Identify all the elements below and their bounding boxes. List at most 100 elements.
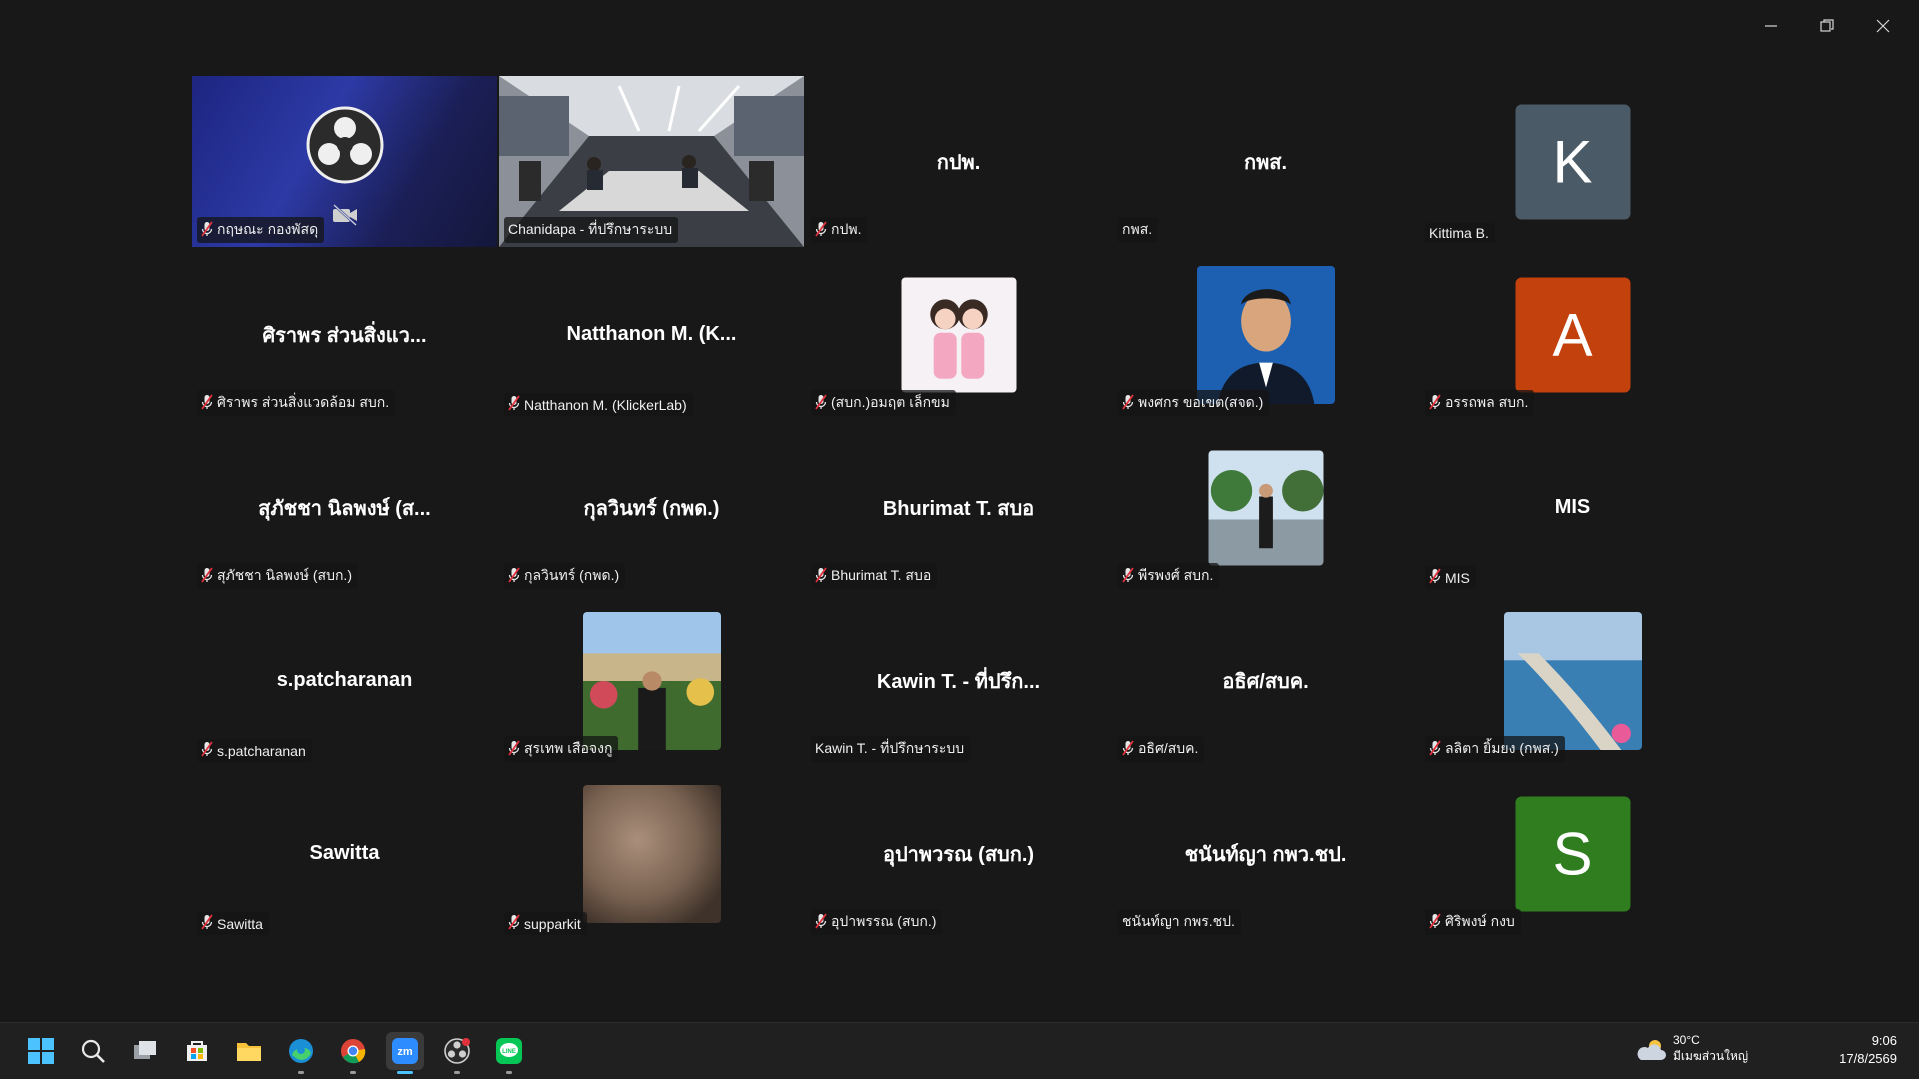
chrome-icon (341, 1039, 366, 1064)
participant-tile[interactable]: กฤษณะ กองพัสดุ (192, 76, 497, 247)
participant-name-label: พงศกร ขอเขต(สจด.) (1118, 390, 1270, 416)
muted-mic-icon (1122, 393, 1134, 413)
participant-tile[interactable]: MIS MIS (1420, 422, 1725, 593)
running-indicator (350, 1071, 356, 1074)
participant-tile[interactable]: ศิราพร ส่วนสิ่งแว... ศิราพร ส่วนสิ่งแวดล้… (192, 249, 497, 420)
participant-name-text: อธิศ/สบค. (1138, 740, 1199, 756)
participant-profile-photo (1503, 611, 1642, 750)
participant-tile[interactable]: Bhurimat T. สบอ Bhurimat T. สบอ (806, 422, 1111, 593)
camera-off-icon (331, 204, 359, 226)
participant-name-label: กพส. (1118, 217, 1159, 243)
participant-tile[interactable]: Sawitta Sawitta (192, 768, 497, 939)
muted-mic-icon (201, 914, 213, 933)
participant-avatar: K (1515, 104, 1630, 219)
line-icon: LINE (496, 1038, 522, 1064)
muted-mic-icon (508, 739, 520, 759)
start-button[interactable] (22, 1032, 60, 1070)
participant-tile[interactable]: Chanidapa - ที่ปรึกษาระบบ (499, 76, 804, 247)
muted-mic-icon (201, 393, 213, 413)
restore-icon (1820, 19, 1834, 32)
participant-tile[interactable]: พีรพงศ์ สบก. (1113, 422, 1418, 593)
participant-name-label: ลลิตา ยิ้มยง (กพส.) (1425, 736, 1565, 762)
participant-tile[interactable]: ชนันท์ญา กพว.ชป. ชนันท์ญา กพร.ชป. (1113, 768, 1418, 939)
store-button[interactable] (178, 1032, 216, 1070)
participant-tile[interactable]: K Kittima B. (1420, 76, 1725, 247)
edge-button[interactable] (282, 1032, 320, 1074)
system-clock[interactable]: 9:06 17/8/2569 (1839, 1032, 1897, 1068)
participant-name-text: MIS (1445, 569, 1470, 586)
participant-name-text: ชนันท์ญา กพร.ชป. (1122, 913, 1235, 929)
participant-display-name: กพส. (1243, 151, 1288, 174)
participant-tile[interactable]: พงศกร ขอเขต(สจด.) (1113, 249, 1418, 420)
obs-button[interactable] (438, 1032, 476, 1074)
muted-mic-icon (201, 741, 213, 760)
edge-icon (289, 1039, 313, 1063)
participant-tile[interactable]: สุรเทพ เสือจงกู (499, 595, 804, 766)
participant-tile[interactable]: supparkit (499, 768, 804, 939)
participant-tile[interactable]: (สบก.)อมฤต เล็กขม (806, 249, 1111, 420)
task-view-icon (134, 1041, 156, 1059)
participant-name-label: supparkit (504, 912, 587, 935)
participant-tile[interactable]: กพส. กพส. (1113, 76, 1418, 247)
muted-mic-icon (1429, 912, 1441, 932)
search-button[interactable] (74, 1032, 112, 1070)
obs-logo-icon (306, 106, 384, 184)
participant-name-label: อุปาพรรณ (สบก.) (811, 909, 943, 935)
windows-icon (28, 1038, 54, 1064)
search-icon (81, 1039, 105, 1063)
participant-tile[interactable]: S ศิริพงษ์ กงบ (1420, 768, 1725, 939)
participant-name-label: กปพ. (811, 217, 868, 243)
participant-avatar: S (1515, 796, 1630, 911)
participant-name-text: อรรถพล สบก. (1445, 394, 1529, 410)
chrome-button[interactable] (334, 1032, 372, 1074)
close-button[interactable] (1855, 10, 1911, 42)
participant-tile[interactable]: Kawin T. - ที่ปรึก... Kawin T. - ที่ปรึกษ… (806, 595, 1111, 766)
participant-profile-photo (1196, 265, 1335, 404)
participant-tile[interactable]: สุภัชชา นิลพงษ์ (ส... สุภัชชา นิลพงษ์ (สบ… (192, 422, 497, 593)
participant-name-label: ชนันท์ญา กพร.ชป. (1118, 909, 1241, 935)
muted-mic-icon (1122, 566, 1134, 586)
participant-name-text: สุภัชชา นิลพงษ์ (สบก.) (217, 567, 352, 583)
participant-tile[interactable]: ลลิตา ยิ้มยง (กพส.) (1420, 595, 1725, 766)
participant-name-label: MIS (1425, 566, 1476, 589)
participant-tile[interactable]: อธิศ/สบค. อธิศ/สบค. (1113, 595, 1418, 766)
participant-tile[interactable]: A อรรถพล สบก. (1420, 249, 1725, 420)
participant-name-text: Chanidapa - ที่ปรึกษาระบบ (508, 221, 673, 237)
taskbar-apps: zm LINE (22, 1032, 528, 1074)
participant-tile[interactable]: กุลวินทร์ (กพด.) กุลวินทร์ (กพด.) (499, 422, 804, 593)
participant-name-label: Sawitta (197, 912, 269, 935)
participant-name-text: พงศกร ขอเขต(สจด.) (1138, 394, 1264, 410)
clock-time: 9:06 (1871, 1033, 1897, 1048)
participant-name-label: อรรถพล สบก. (1425, 390, 1535, 416)
line-button[interactable]: LINE (490, 1032, 528, 1074)
participant-name-text: สุรเทพ เสือจงกู (524, 740, 613, 756)
participant-name-label: อธิศ/สบค. (1118, 736, 1205, 762)
participant-profile-photo (1208, 450, 1323, 565)
svg-text:zm: zm (397, 1046, 413, 1058)
muted-mic-icon (1429, 568, 1441, 587)
participant-name-label: สุภัชชา นิลพงษ์ (สบก.) (197, 563, 358, 589)
running-indicator (298, 1071, 304, 1074)
participant-name-label: สุรเทพ เสือจงกู (504, 736, 619, 762)
weather-text: 30°C มีเมฆส่วนใหญ่ (1673, 1033, 1748, 1066)
taskbar: zm LINE 30°C มีเมฆส่วนใหญ่ 9:06 17/8/256… (0, 1022, 1919, 1079)
zoom-button[interactable]: zm (386, 1032, 424, 1074)
muted-mic-icon (508, 395, 520, 414)
minimize-button[interactable] (1743, 10, 1799, 42)
participant-name-text: Kittima B. (1429, 225, 1489, 241)
muted-mic-icon (508, 566, 520, 586)
running-indicator (454, 1071, 460, 1074)
weather-widget[interactable]: 30°C มีเมฆส่วนใหญ่ (1635, 1033, 1748, 1066)
restore-button[interactable] (1799, 10, 1855, 42)
weather-temp: 30°C (1673, 1033, 1700, 1047)
participant-tile[interactable]: s.patcharanan s.patcharanan (192, 595, 497, 766)
participant-name-text: ศิริพงษ์ กงบ (1445, 913, 1515, 929)
participant-tile[interactable]: กปพ. กปพ. (806, 76, 1111, 247)
task-view-button[interactable] (126, 1032, 164, 1070)
participant-name-text: ศิราพร ส่วนสิ่งแวดล้อม สบก. (217, 394, 390, 410)
participant-tile[interactable]: Natthanon M. (K... Natthanon M. (KlickerL… (499, 249, 804, 420)
participant-tile[interactable]: อุปาพวรณ (สบก.) อุปาพรรณ (สบก.) (806, 768, 1111, 939)
file-explorer-button[interactable] (230, 1032, 268, 1070)
participant-name-text: กฤษณะ กองพัสดุ (217, 221, 319, 237)
participant-name-text: Bhurimat T. สบอ (831, 567, 932, 583)
